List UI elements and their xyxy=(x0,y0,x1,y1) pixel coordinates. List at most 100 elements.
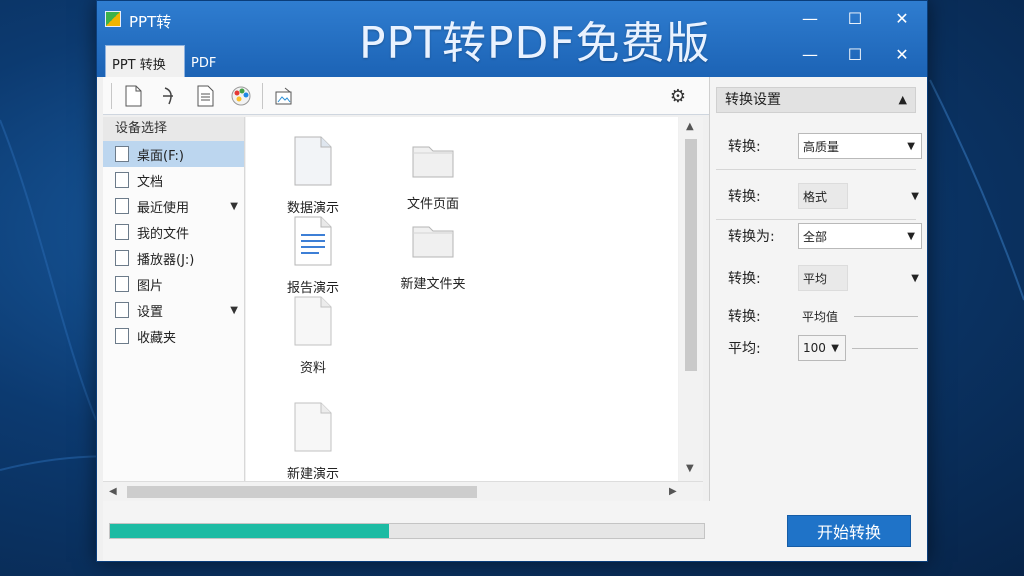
dropdown-chevron-icon[interactable]: ▼ xyxy=(907,141,915,152)
toolbar-divider-2 xyxy=(262,82,263,109)
setting-select[interactable]: 全部 ▼ xyxy=(798,223,922,249)
dropdown-chevron-icon[interactable]: ▼ xyxy=(907,231,915,242)
app-window: PPT转 PPT转PDF免费版 — ☐ ✕ — ☐ ✕ PPT 转换 PDF ⚙ xyxy=(96,0,928,562)
folder-item-label: 收藏夹 xyxy=(137,330,177,346)
panel-divider xyxy=(716,219,916,220)
setting-row: 转换: 格式 ▼ xyxy=(728,183,919,209)
convert-icon[interactable] xyxy=(154,82,184,110)
toolbar: ⚙ xyxy=(103,77,709,115)
slider-track[interactable] xyxy=(852,348,918,349)
file-label: 数据演示 xyxy=(286,201,339,216)
folder-item-label: 最近使用 xyxy=(137,200,190,216)
file-item[interactable]: 文件页面 xyxy=(378,135,488,212)
dropdown-chevron-icon[interactable]: ▼ xyxy=(911,273,919,284)
folder-item[interactable]: 设置 ▼ xyxy=(103,297,244,323)
folder-item[interactable]: 播放器(J:) xyxy=(103,245,244,271)
start-convert-button[interactable]: 开始转换 xyxy=(787,515,911,547)
scroll-down-icon[interactable]: ▼ xyxy=(686,463,694,474)
setting-select[interactable]: 高质量 ▼ xyxy=(798,133,922,159)
document-icon[interactable] xyxy=(190,82,220,110)
folder-icon xyxy=(115,250,129,266)
folder-tree-header: 设备选择 xyxy=(103,117,244,141)
image-edit-icon[interactable] xyxy=(269,82,299,110)
file-label: 文件页面 xyxy=(406,197,459,212)
close-button[interactable]: ✕ xyxy=(879,3,925,33)
dropdown-chevron-icon[interactable]: ▼ xyxy=(831,343,839,354)
scroll-right-icon[interactable]: ▶ xyxy=(669,486,677,497)
folder-icon xyxy=(378,135,488,187)
folder-icon xyxy=(115,198,129,214)
setting-select[interactable]: 100 ▼ xyxy=(798,335,846,361)
folder-item-label: 图片 xyxy=(137,278,164,294)
scroll-left-icon[interactable]: ◀ xyxy=(109,486,117,497)
folder-tree-items: 桌面(F:) 文档最近使用 ▼ 我的文件播放器(J:) 图片设置 ▼ 收藏夹 xyxy=(103,141,244,349)
folder-item[interactable]: 收藏夹 xyxy=(103,323,244,349)
vertical-scroll-thumb[interactable] xyxy=(685,139,697,371)
progress-area xyxy=(103,501,709,561)
folder-icon xyxy=(115,328,129,344)
folder-icon xyxy=(115,172,129,188)
scroll-up-icon[interactable]: ▲ xyxy=(686,121,694,132)
gear-icon[interactable]: ⚙ xyxy=(665,83,691,109)
action-area: 开始转换 xyxy=(709,501,927,561)
setting-row: 转换为: 全部 ▼ xyxy=(728,223,922,249)
file-item[interactable]: 数据演示 xyxy=(258,135,368,216)
folder-icon xyxy=(115,276,129,292)
toolbar-divider xyxy=(111,82,112,109)
setting-row: 平均: 100 ▼ xyxy=(728,335,918,361)
inner-maximize-button[interactable]: ☐ xyxy=(832,39,878,69)
file-item[interactable]: 资料 xyxy=(258,295,368,376)
setting-label: 转换为: xyxy=(728,229,775,245)
setting-value: 高质量 xyxy=(803,139,840,154)
folder-item-label: 桌面(F:) xyxy=(137,148,184,164)
slider-track[interactable] xyxy=(854,316,918,317)
tab-ppt-convert[interactable]: PPT 转换 xyxy=(105,45,185,77)
inner-close-button[interactable]: ✕ xyxy=(879,39,925,69)
setting-row: 转换: 平均值 xyxy=(728,303,918,329)
collapse-icon[interactable]: ▲ xyxy=(899,88,907,112)
setting-value: 格式 xyxy=(803,189,828,204)
dropdown-chevron-icon[interactable]: ▼ xyxy=(911,191,919,202)
setting-label: 转换: xyxy=(728,309,761,325)
file-item[interactable]: 新建文件夹 xyxy=(378,215,488,292)
expand-icon[interactable]: ▼ xyxy=(230,201,238,212)
file-icon xyxy=(258,295,368,351)
file-item[interactable]: 新建演示 xyxy=(258,401,368,482)
minimize-button[interactable]: — xyxy=(787,3,833,33)
folder-item[interactable]: 桌面(F:) xyxy=(103,141,244,167)
inner-minimize-button[interactable]: — xyxy=(787,39,833,69)
folder-item[interactable]: 我的文件 xyxy=(103,219,244,245)
setting-row: 转换: 高质量 ▼ xyxy=(728,133,922,159)
setting-label: 转换: xyxy=(728,139,761,155)
folder-icon xyxy=(115,224,129,240)
file-view: 数据演示 文件页面报告演示 新建文件夹 资料新建演示 xyxy=(246,117,678,482)
folder-item[interactable]: 最近使用 ▼ xyxy=(103,193,244,219)
settings-panel: 转换设置 ▲ 转换: 高质量 ▼ 转换: 格式 ▼ 转换为: 全部 ▼ 转换: 平均 ▼ 转换: 平均值平… xyxy=(709,77,927,501)
folder-item-label: 设置 xyxy=(137,304,164,320)
maximize-button[interactable]: ☐ xyxy=(832,3,878,33)
progress-fill xyxy=(110,524,390,538)
vertical-scrollbar[interactable]: ▲ ▼ xyxy=(679,117,703,481)
setting-row: 转换: 平均 ▼ xyxy=(728,265,919,291)
horizontal-scrollbar[interactable]: ◀ ▶ xyxy=(103,481,703,501)
setting-value: 100 xyxy=(803,341,826,355)
tab-pdf[interactable]: PDF xyxy=(185,49,222,77)
folder-icon xyxy=(378,215,488,267)
setting-select[interactable]: 格式 ▼ xyxy=(798,183,919,209)
new-file-icon[interactable] xyxy=(118,82,148,110)
horizontal-scroll-thumb[interactable] xyxy=(127,486,477,498)
color-palette-icon[interactable] xyxy=(226,82,256,110)
settings-panel-header[interactable]: 转换设置 ▲ xyxy=(716,87,916,113)
folder-item[interactable]: 图片 xyxy=(103,271,244,297)
expand-icon[interactable]: ▼ xyxy=(230,305,238,316)
file-label: 新建演示 xyxy=(286,467,339,482)
file-icon xyxy=(258,215,368,271)
settings-panel-title: 转换设置 xyxy=(725,92,781,108)
folder-icon xyxy=(115,302,129,318)
setting-select[interactable]: 平均 ▼ xyxy=(798,265,919,291)
setting-value: 全部 xyxy=(803,229,828,244)
folder-item[interactable]: 文档 xyxy=(103,167,244,193)
file-item[interactable]: 报告演示 xyxy=(258,215,368,296)
setting-label: 平均: xyxy=(728,341,761,357)
folder-item-label: 我的文件 xyxy=(137,226,190,242)
